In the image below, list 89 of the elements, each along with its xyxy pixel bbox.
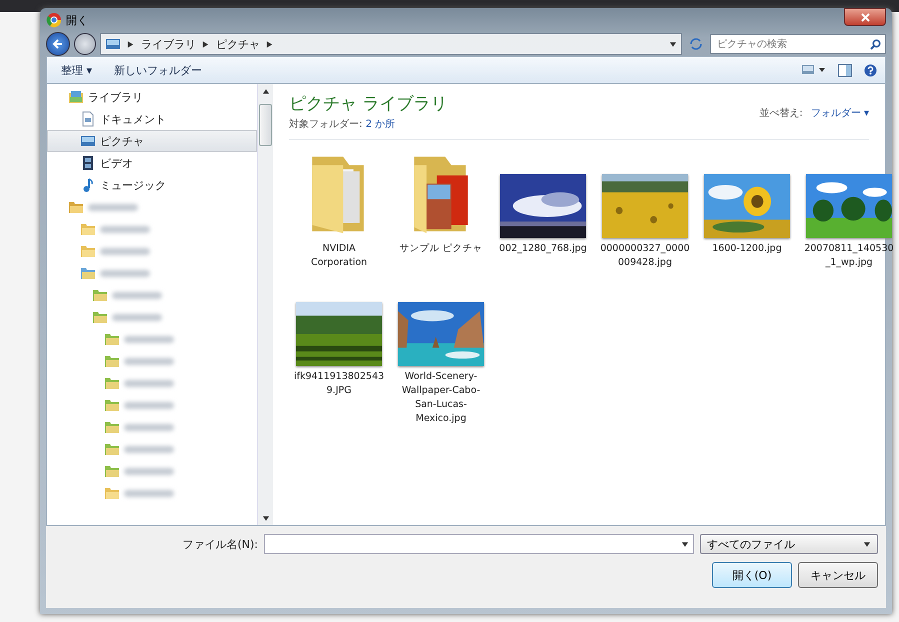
- folder-icon: [104, 485, 120, 501]
- search-box[interactable]: ピクチャの検索: [710, 34, 886, 54]
- folder-icon: [80, 221, 96, 237]
- library-title: ピクチャ ライブラリ: [289, 93, 448, 115]
- picture-icon: [80, 133, 96, 149]
- breadcrumb[interactable]: ピクチャ: [216, 36, 260, 52]
- folder-icon: [104, 397, 120, 413]
- tree-item-label: ミュージック: [100, 178, 166, 192]
- chevron-icon: [127, 40, 135, 48]
- close-button[interactable]: [844, 8, 886, 26]
- folder-icon: [80, 243, 96, 259]
- folder-icon: [92, 309, 108, 325]
- blurred-label: [124, 490, 174, 496]
- breadcrumb[interactable]: ライブラリ: [141, 36, 196, 52]
- app-icon: [46, 12, 62, 28]
- folder-icon: [104, 331, 120, 347]
- dropdown-arrow-icon: [681, 540, 689, 548]
- blurred-label: [124, 336, 174, 342]
- tree-item[interactable]: ミュージック: [47, 174, 257, 196]
- folders-label: 対象フォルダー:: [289, 119, 362, 130]
- tree-item[interactable]: ビデオ: [47, 152, 257, 174]
- folder-count-link[interactable]: 2 か所: [366, 119, 396, 130]
- file-name[interactable]: 002_1280_768.jpg: [497, 242, 589, 256]
- search-icon: [870, 38, 881, 50]
- folder-icon: [104, 441, 120, 457]
- scroll-down-icon: [262, 514, 270, 522]
- folder-icon: [68, 199, 84, 215]
- blurred-label: [100, 248, 150, 254]
- blurred-label: [100, 226, 150, 232]
- blurred-label: [112, 292, 162, 298]
- file-type-dropdown[interactable]: すべてのファイル: [700, 534, 878, 554]
- dropdown-arrow-icon: [669, 40, 677, 48]
- scrollbar[interactable]: [257, 84, 273, 525]
- tree-item-label: ピクチャ: [100, 134, 144, 148]
- file-name[interactable]: World-Scenery-Wallpaper-Cabo-San-Lucas-Mexico.jpg: [395, 370, 487, 426]
- tree-item-label: ライブラリ: [88, 90, 143, 104]
- blurred-label: [124, 380, 174, 386]
- library-icon: [68, 89, 84, 105]
- file-name[interactable]: 0000000327_0000009428.jpg: [599, 242, 691, 270]
- blurred-label: [124, 468, 174, 474]
- blurred-label: [100, 270, 150, 276]
- blurred-label: [88, 204, 138, 210]
- folder-icon: [104, 419, 120, 435]
- forward-button[interactable]: [74, 33, 96, 55]
- blurred-label: [124, 446, 174, 452]
- toolbar-button[interactable]: 整理 ▾: [55, 60, 98, 80]
- tree-item[interactable]: ピクチャ: [47, 130, 257, 152]
- film-icon: [80, 155, 96, 171]
- back-arrow-icon: [52, 38, 64, 50]
- address-bar[interactable]: ライブラリ ピクチャ: [100, 33, 682, 55]
- document-icon: [80, 111, 96, 127]
- file-name[interactable]: 1600-1200.jpg: [701, 242, 793, 256]
- file-name[interactable]: NVIDIA Corporation: [293, 242, 385, 270]
- picture-icon: [105, 36, 121, 52]
- folder-icon: [104, 375, 120, 391]
- sort-label: 並べ替え:: [759, 106, 803, 120]
- window-title: 開く: [66, 12, 88, 28]
- tree-item[interactable]: ドキュメント: [47, 108, 257, 130]
- tree-item-label: ビデオ: [100, 156, 133, 170]
- folder-icon: [104, 463, 120, 479]
- scroll-up-icon: [262, 86, 270, 96]
- cancel-button[interactable]: キャンセル: [798, 562, 878, 588]
- tree-item-label: ドキュメント: [100, 112, 166, 126]
- file-name[interactable]: 20070811_140530_1_wp.jpg: [803, 242, 895, 270]
- toolbar-button[interactable]: 新しいフォルダー: [108, 60, 208, 80]
- scrollbar-thumb[interactable]: [259, 104, 272, 146]
- open-button[interactable]: 開く(O): [712, 562, 792, 588]
- file-name-label: ファイル名(N):: [182, 536, 258, 552]
- sort-dropdown[interactable]: フォルダー ▾: [810, 106, 869, 120]
- back-button[interactable]: [46, 32, 70, 56]
- blurred-label: [112, 314, 162, 320]
- blurred-label: [124, 402, 174, 408]
- dropdown-arrow-icon: [863, 540, 871, 548]
- blurred-label: [124, 424, 174, 430]
- file-name-field[interactable]: [264, 534, 694, 554]
- refresh-icon: [689, 38, 703, 50]
- chevron-icon: [202, 40, 210, 48]
- folder-icon: [80, 265, 96, 281]
- folder-icon: [104, 353, 120, 369]
- close-icon: [860, 12, 870, 22]
- chevron-icon: [266, 40, 274, 48]
- view-options-icon[interactable]: [802, 64, 826, 76]
- preview-pane-icon[interactable]: [838, 64, 852, 76]
- file-name[interactable]: ifk94119138025439.JPG: [293, 370, 385, 398]
- tree-item[interactable]: ライブラリ: [47, 86, 257, 108]
- file-name[interactable]: サンプル ピクチャ: [395, 242, 487, 256]
- help-icon[interactable]: [864, 64, 877, 76]
- folder-icon: [92, 287, 108, 303]
- blurred-label: [124, 358, 174, 364]
